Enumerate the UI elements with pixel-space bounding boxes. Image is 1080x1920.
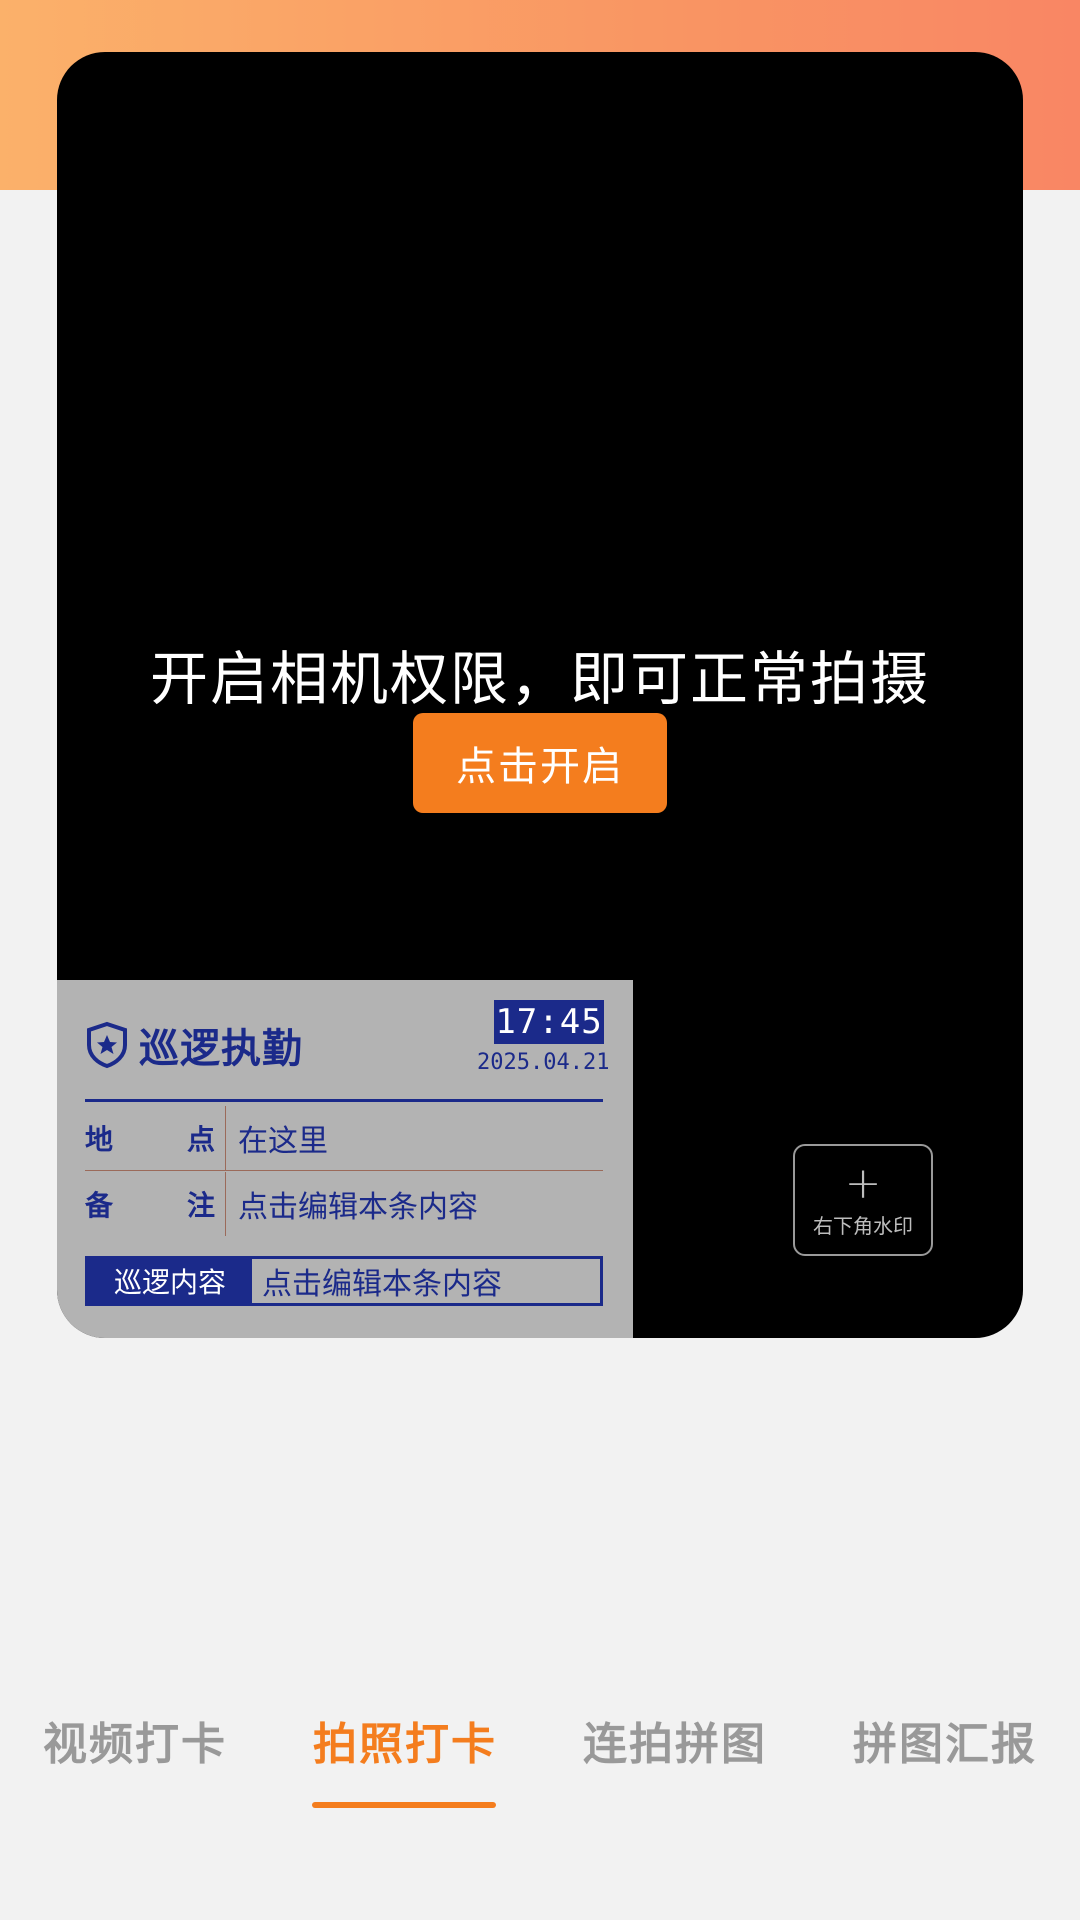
row-key: 备 注 xyxy=(85,1172,226,1236)
content-label: 巡逻内容 xyxy=(88,1259,252,1303)
row-key: 地 点 xyxy=(85,1106,226,1170)
permission-message: 开启相机权限，即可正常拍摄 xyxy=(149,645,930,713)
watermark-title: 巡逻执勤 xyxy=(139,1026,303,1072)
row-value: 点击编辑本条内容 xyxy=(238,1190,478,1225)
active-tab-indicator xyxy=(312,1802,496,1808)
plus-icon: + xyxy=(844,1157,882,1209)
tab-collage-report[interactable]: 拼图汇报 xyxy=(850,1700,1040,1780)
tab-video-checkin[interactable]: 视频打卡 xyxy=(40,1700,230,1780)
row-key-char: 地 xyxy=(85,1123,114,1156)
shield-star-icon xyxy=(87,1021,127,1069)
watermark-time: 17:45 xyxy=(494,1000,604,1044)
row-key-char: 备 xyxy=(85,1189,114,1222)
watermark-row-note[interactable]: 备 注 点击编辑本条内容 xyxy=(85,1172,603,1236)
camera-preview: 开启相机权限，即可正常拍摄 点击开启 巡逻执勤 17:45 2025.04.21… xyxy=(57,52,1023,1338)
bottom-tabs: 视频打卡 拍照打卡 连拍拼图 拼图汇报 xyxy=(0,1700,1080,1810)
add-watermark-label: 右下角水印 xyxy=(813,1213,913,1238)
tab-burst-collage[interactable]: 连拍拼图 xyxy=(580,1700,770,1780)
row-key-char: 注 xyxy=(186,1189,215,1222)
tab-photo-checkin[interactable]: 拍照打卡 xyxy=(310,1700,500,1780)
row-value: 在这里 xyxy=(238,1124,328,1159)
add-bottom-right-watermark-button[interactable]: + 右下角水印 xyxy=(793,1144,933,1256)
watermark-divider xyxy=(85,1099,603,1102)
watermark-header: 巡逻执勤 xyxy=(85,1016,303,1074)
watermark-card[interactable]: 巡逻执勤 17:45 2025.04.21 地 点 在这里 备 注 点击编辑本条… xyxy=(57,980,633,1338)
content-value: 点击编辑本条内容 xyxy=(262,1267,502,1302)
watermark-date: 2025.04.21 xyxy=(477,1050,610,1075)
enable-camera-button[interactable]: 点击开启 xyxy=(413,713,667,813)
watermark-row-location[interactable]: 地 点 在这里 xyxy=(85,1106,603,1171)
row-key-char: 点 xyxy=(186,1123,215,1156)
page: 开启相机权限，即可正常拍摄 点击开启 巡逻执勤 17:45 2025.04.21… xyxy=(0,0,1080,1920)
watermark-content-field[interactable]: 巡逻内容 点击编辑本条内容 xyxy=(85,1256,603,1306)
